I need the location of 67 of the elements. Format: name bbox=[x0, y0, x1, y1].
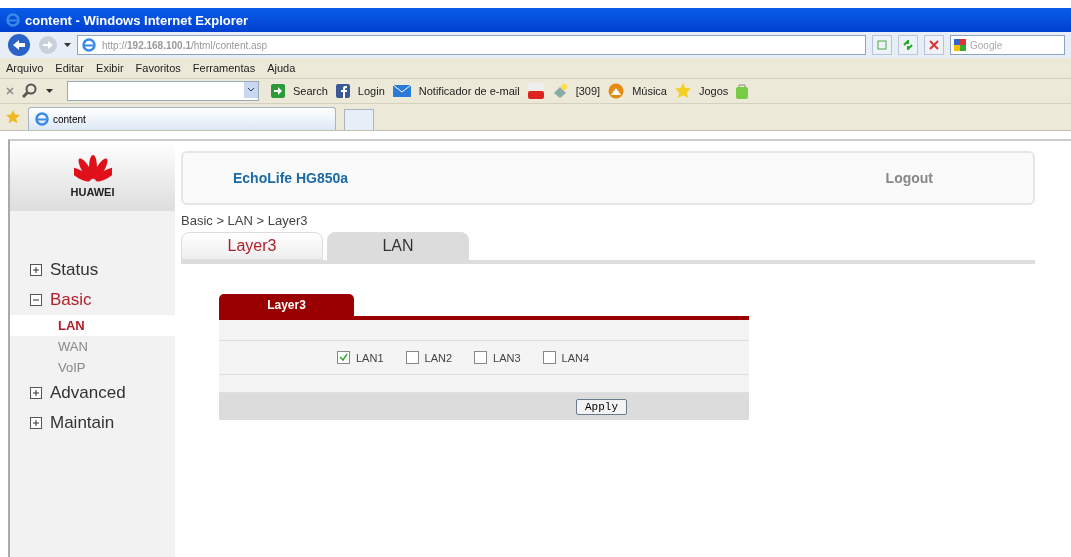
video-icon bbox=[527, 83, 544, 99]
nav-subitem[interactable]: LAN bbox=[10, 315, 175, 336]
checkbox-label: LAN1 bbox=[356, 351, 384, 364]
product-name: EchoLife HG850a bbox=[233, 170, 349, 186]
checkbox[interactable] bbox=[542, 351, 556, 364]
nav-item[interactable]: Basic bbox=[50, 290, 92, 310]
nav-item[interactable]: Advanced bbox=[50, 383, 126, 403]
stop-button[interactable] bbox=[924, 35, 944, 55]
music-icon bbox=[608, 83, 625, 99]
toolbar-label[interactable]: Notificador de e-mail bbox=[418, 85, 520, 97]
menu-item[interactable]: Arquivo bbox=[6, 62, 44, 74]
star-icon bbox=[674, 83, 691, 99]
browser-icon bbox=[82, 38, 96, 52]
toolbar-label[interactable]: Search bbox=[293, 85, 328, 97]
page-icon bbox=[877, 40, 887, 50]
plus-box-icon[interactable] bbox=[30, 264, 42, 276]
checkbox[interactable] bbox=[474, 351, 488, 364]
checkbox[interactable] bbox=[405, 351, 419, 364]
checkbox-label: LAN2 bbox=[424, 351, 453, 364]
checkbox-label: LAN3 bbox=[493, 351, 521, 364]
search-icon[interactable] bbox=[22, 83, 38, 99]
logo-text: HUAWEI bbox=[70, 186, 115, 198]
apply-button[interactable]: Apply bbox=[576, 398, 627, 415]
caret-icon[interactable] bbox=[46, 89, 53, 93]
refresh-button[interactable] bbox=[898, 35, 918, 55]
refresh-icon bbox=[903, 40, 913, 50]
close-icon[interactable] bbox=[6, 87, 14, 95]
url-text: http://192.168.100.1/html/content.asp bbox=[102, 39, 268, 51]
tab[interactable]: Layer3 bbox=[181, 232, 323, 260]
close-icon bbox=[929, 40, 939, 50]
new-tab-button[interactable] bbox=[344, 109, 374, 130]
toolbar-label[interactable]: Jogos bbox=[698, 85, 729, 97]
toolbar-label[interactable]: Música bbox=[632, 85, 667, 97]
tab-label: content bbox=[53, 113, 86, 125]
nav-item[interactable]: Status bbox=[50, 260, 99, 280]
panel-title: Layer3 bbox=[219, 294, 354, 316]
google-icon bbox=[954, 39, 966, 51]
browser-icon bbox=[6, 13, 20, 27]
plus-box-icon[interactable] bbox=[30, 387, 42, 399]
toolbar-label[interactable]: Login bbox=[357, 85, 385, 97]
menu-item[interactable]: Ferramentas bbox=[192, 62, 256, 74]
back-icon[interactable] bbox=[6, 33, 32, 57]
search-placeholder: Google bbox=[970, 39, 1003, 51]
logo-icon bbox=[73, 154, 112, 184]
menu-item[interactable]: Editar bbox=[55, 62, 85, 74]
nav-item[interactable]: Maintain bbox=[50, 413, 115, 433]
envelope-icon bbox=[392, 85, 411, 97]
browser-icon bbox=[35, 112, 49, 126]
menu-item[interactable]: Favoritos bbox=[135, 62, 181, 74]
bag-icon bbox=[736, 83, 749, 99]
menu-item[interactable]: Ajuda bbox=[267, 62, 296, 74]
dropdown-icon[interactable] bbox=[244, 82, 258, 98]
star-icon[interactable] bbox=[6, 110, 20, 124]
toolbar-search-field[interactable] bbox=[67, 81, 259, 101]
breadcrumb: Basic > LAN > Layer3 bbox=[181, 213, 309, 228]
menu-item[interactable]: Exibir bbox=[96, 62, 124, 74]
browser-tab[interactable]: content bbox=[28, 107, 336, 130]
checkbox-label: LAN4 bbox=[561, 351, 590, 364]
tab[interactable]: LAN bbox=[327, 232, 469, 260]
arrow-icon bbox=[271, 84, 285, 98]
checkbox[interactable] bbox=[337, 351, 350, 364]
minus-box-icon[interactable] bbox=[30, 294, 42, 306]
window-title: content - Windows Internet Explorer bbox=[25, 12, 249, 28]
caret-icon[interactable] bbox=[64, 43, 71, 47]
plus-box-icon[interactable] bbox=[30, 417, 42, 429]
facebook-icon bbox=[335, 84, 350, 98]
toolbar-label[interactable]: [309] bbox=[575, 85, 601, 97]
